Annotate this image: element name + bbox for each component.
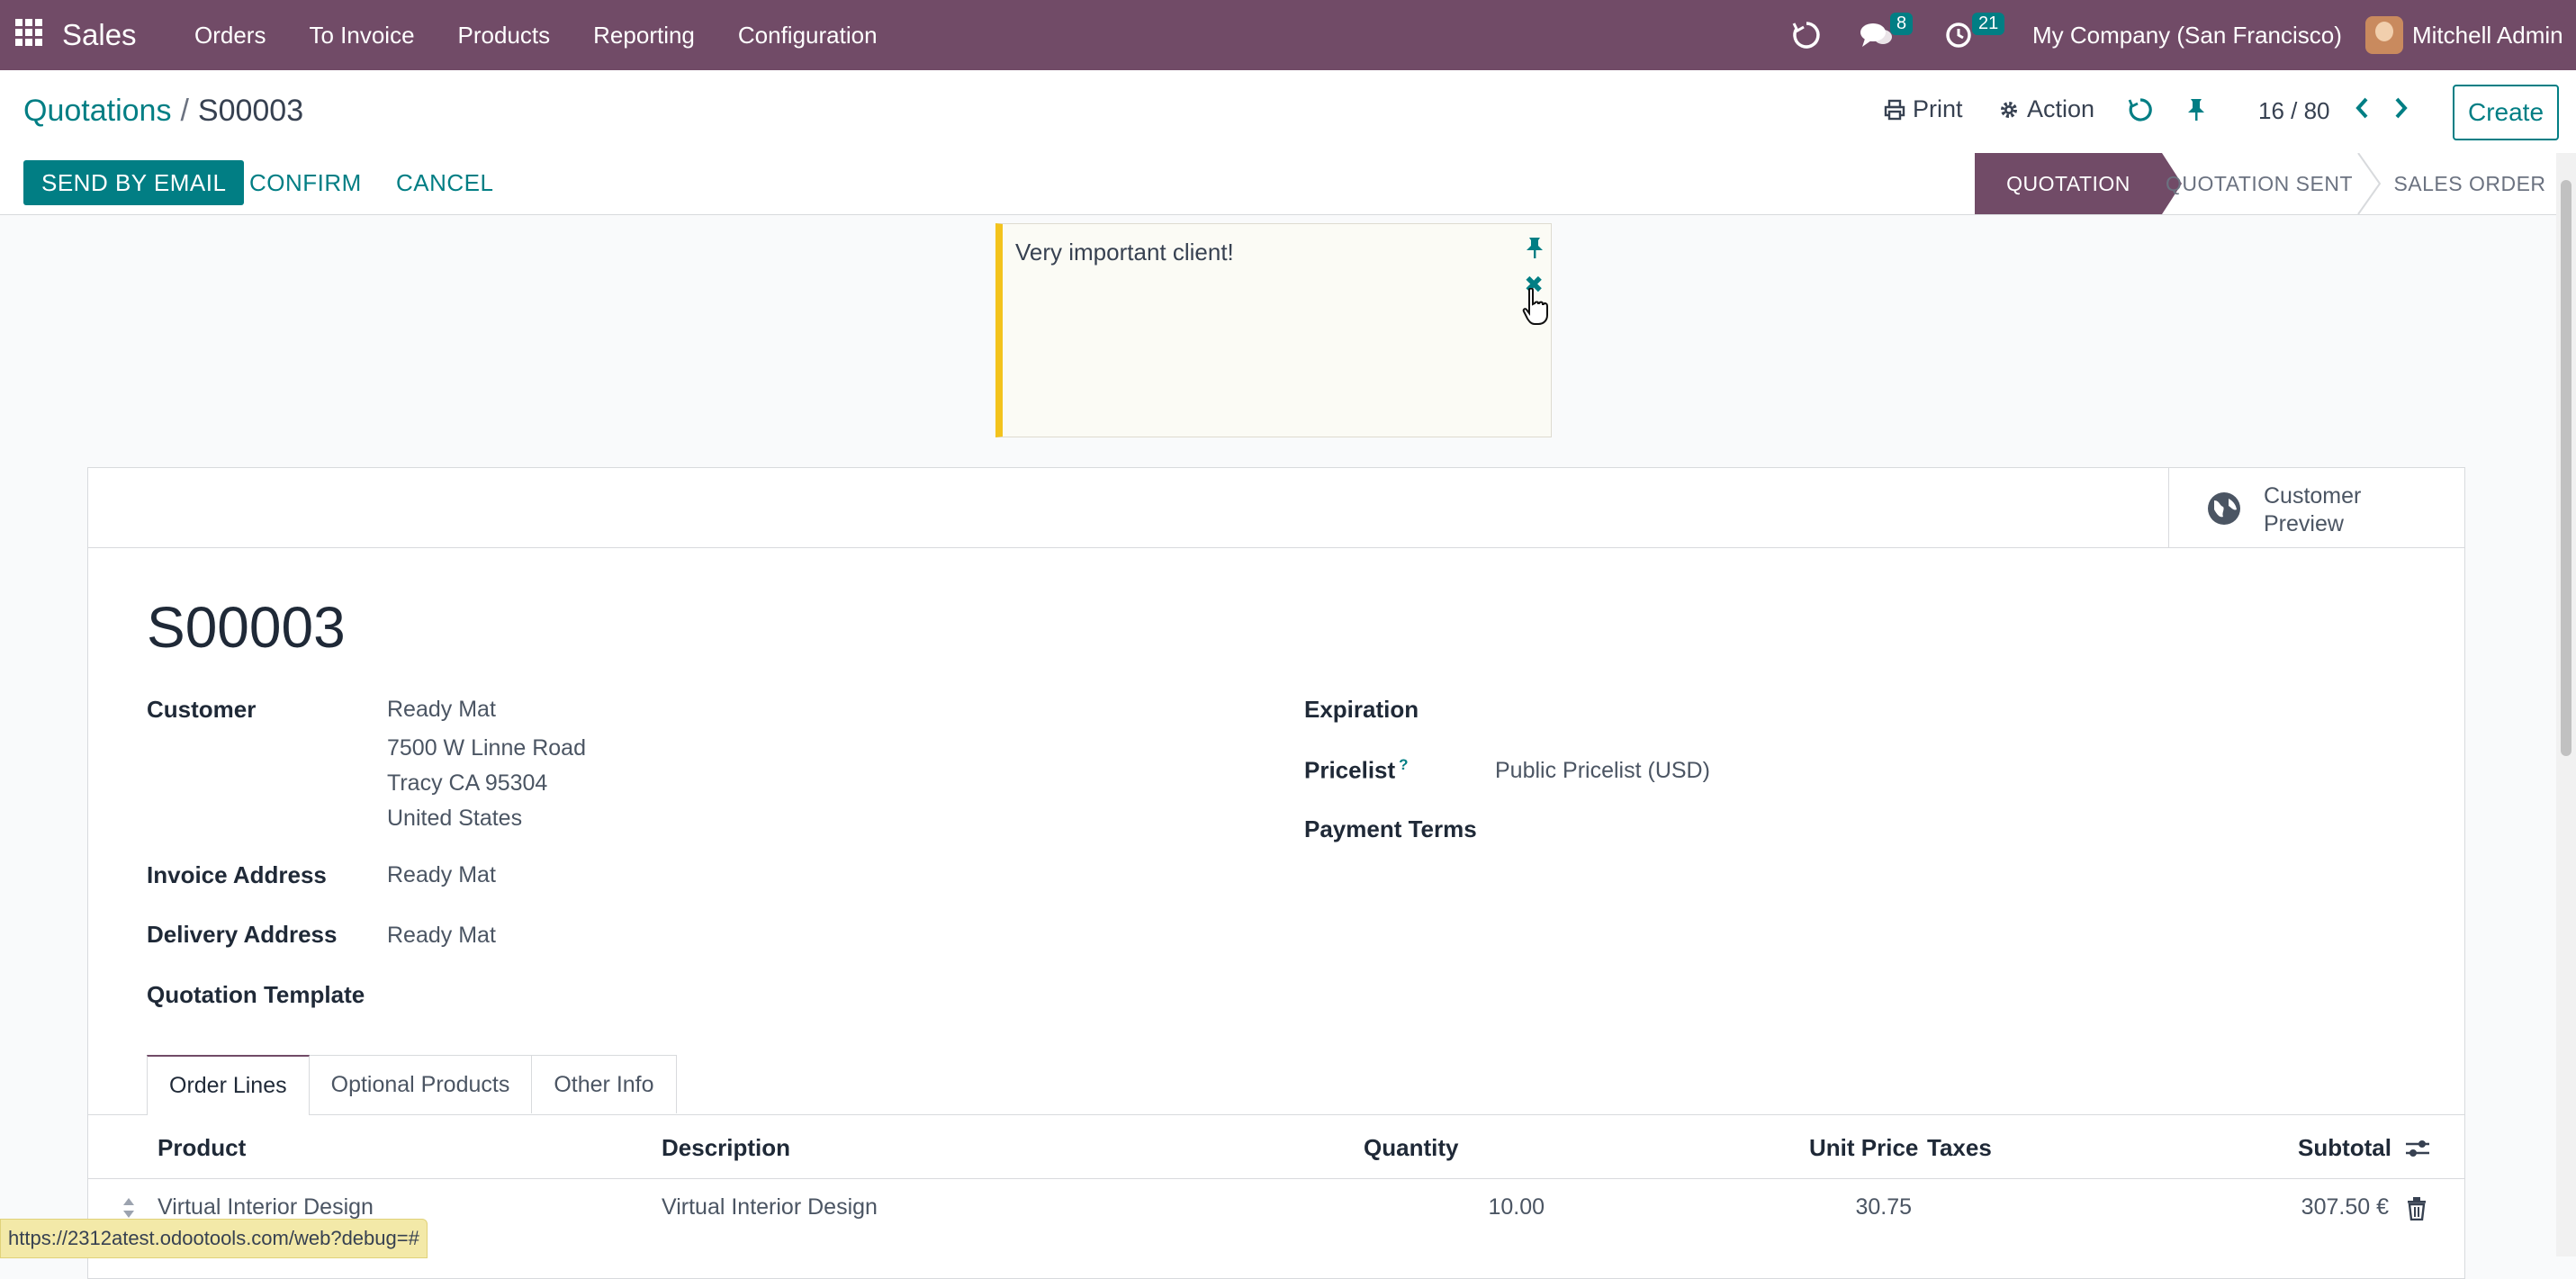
chevron-right-icon [2395,97,2408,119]
row-quantity[interactable]: 10.00 [1348,1194,1545,1220]
invoice-address-field[interactable]: Ready Mat [387,862,496,888]
invoice-address-label: Invoice Address [147,861,327,888]
user-menu[interactable]: Mitchell Admin [2365,0,2563,70]
create-button[interactable]: Create [2453,85,2559,140]
avatar [2365,16,2403,54]
tab-order-lines[interactable]: Order Lines [147,1055,310,1115]
activities-clock-icon[interactable] [1944,0,1973,70]
scrollbar-thumb[interactable] [2561,180,2571,756]
pricelist-label-text: Pricelist [1304,756,1396,784]
order-name-title: S00003 [147,595,346,660]
action-label: Action [2027,95,2095,122]
pin-icon[interactable] [1526,237,1544,265]
tabs-divider [88,1114,2464,1115]
payment-terms-label: Payment Terms [1304,815,1477,842]
customer-field[interactable]: Ready Mat [387,697,496,723]
column-subtotal[interactable]: Subtotal [2298,1134,2391,1162]
pin-icon[interactable] [2185,97,2207,122]
pager-previous-button[interactable] [2353,95,2371,121]
menu-configuration[interactable]: Configuration [716,0,899,70]
pager-next-button[interactable] [2392,95,2410,121]
company-switcher[interactable]: My Company (San Francisco) [2032,0,2342,70]
trash-icon[interactable] [2407,1197,2427,1220]
cancel-button[interactable]: CANCEL [396,160,493,205]
customer-city: Tracy CA 95304 [387,770,548,796]
pricelist-label: Pricelist? [1304,756,1409,785]
row-unit-price[interactable]: 30.75 [1798,1194,1912,1220]
print-label: Print [1913,95,1963,122]
confirm-button[interactable]: CONFIRM [249,160,362,205]
print-button[interactable]: Print [1884,95,1963,123]
globe-icon [2208,492,2240,525]
menu-reporting[interactable]: Reporting [572,0,716,70]
gear-icon [2001,101,2017,118]
refresh-systray-icon[interactable] [1791,0,1822,70]
customer-label: Customer [147,696,257,723]
form-sheet: Customer Preview S00003 Customer Ready M… [87,467,2465,1279]
expiration-label: Expiration [1304,696,1419,723]
top-menu: Orders To Invoice Products Reporting Con… [173,0,899,70]
user-name: Mitchell Admin [2412,21,2563,49]
drag-handle-icon[interactable] [122,1197,135,1219]
delivery-address-label: Delivery Address [147,921,338,948]
status-bar: SEND BY EMAIL CONFIRM CANCEL QUOTATION Q… [0,153,2556,215]
customer-country: United States [387,806,523,831]
stage-separator-icon [2357,153,2382,214]
breadcrumb-separator: / [180,94,189,128]
activities-badge: 21 [1972,13,2005,35]
column-description[interactable]: Description [662,1134,790,1162]
smart-button-box: Customer Preview [88,468,2464,548]
column-product[interactable]: Product [158,1134,246,1162]
refresh-icon[interactable] [2128,97,2153,122]
customer-preview-line2: Preview [2264,511,2344,536]
form-tabs: Order Lines Optional Products Other Info [147,1055,677,1115]
row-description[interactable]: Virtual Interior Design [662,1194,878,1220]
table-header-divider [88,1178,2464,1179]
stage-sales-order[interactable]: SALES ORDER [2383,153,2556,214]
tab-optional-products[interactable]: Optional Products [308,1055,533,1113]
customer-preview-button[interactable]: Customer Preview [2168,468,2464,547]
row-subtotal: 307.50 € [2301,1194,2389,1220]
customer-preview-line1: Customer [2264,483,2362,509]
breadcrumb: Quotations / S00003 [23,94,303,129]
stage-quotation-sent[interactable]: QUOTATION SENT [2162,153,2356,214]
pricelist-field[interactable]: Public Pricelist (USD) [1495,758,1710,784]
send-by-email-button[interactable]: SEND BY EMAIL [23,160,245,205]
breadcrumb-current: S00003 [197,94,304,128]
row-product[interactable]: Virtual Interior Design [158,1194,374,1220]
optional-columns-icon[interactable] [2404,1136,2431,1161]
pager-value[interactable]: 16 / 80 [2258,97,2330,125]
column-quantity[interactable]: Quantity [1364,1134,1458,1162]
stage-quotation[interactable]: QUOTATION [1975,153,2182,214]
delivery-address-field[interactable]: Ready Mat [387,923,496,949]
quotation-template-label: Quotation Template [147,981,365,1008]
chevron-left-icon [2355,97,2368,119]
note-text[interactable]: Very important client! [1015,239,1234,266]
messages-icon[interactable] [1860,0,1894,70]
messages-badge: 8 [1890,13,1914,35]
help-icon[interactable]: ? [1399,756,1408,773]
column-taxes[interactable]: Taxes [1927,1134,1992,1162]
sticky-note: Very important client! ✖ [995,223,1552,437]
print-icon [1884,99,1905,120]
apps-menu-icon[interactable] [15,19,42,46]
menu-products[interactable]: Products [437,0,572,70]
app-name[interactable]: Sales [62,18,137,52]
column-unit-price[interactable]: Unit Price [1809,1134,1918,1162]
control-panel: Quotations / S00003 Print Action 16 / 80 C… [0,70,2576,154]
top-navbar: Sales Orders To Invoice Products Reporti… [0,0,2576,70]
breadcrumb-quotations[interactable]: Quotations [23,94,171,128]
status-url-tooltip: https://2312atest.odootools.com/web?debu… [0,1219,428,1258]
menu-orders[interactable]: Orders [173,0,287,70]
tab-other-info[interactable]: Other Info [531,1055,677,1113]
customer-preview-label: Customer Preview [2264,482,2361,538]
customer-street: 7500 W Linne Road [387,735,586,761]
action-button[interactable]: Action [1998,95,2094,123]
menu-to-invoice[interactable]: To Invoice [287,0,436,70]
mouse-pointer-icon [1522,288,1548,325]
